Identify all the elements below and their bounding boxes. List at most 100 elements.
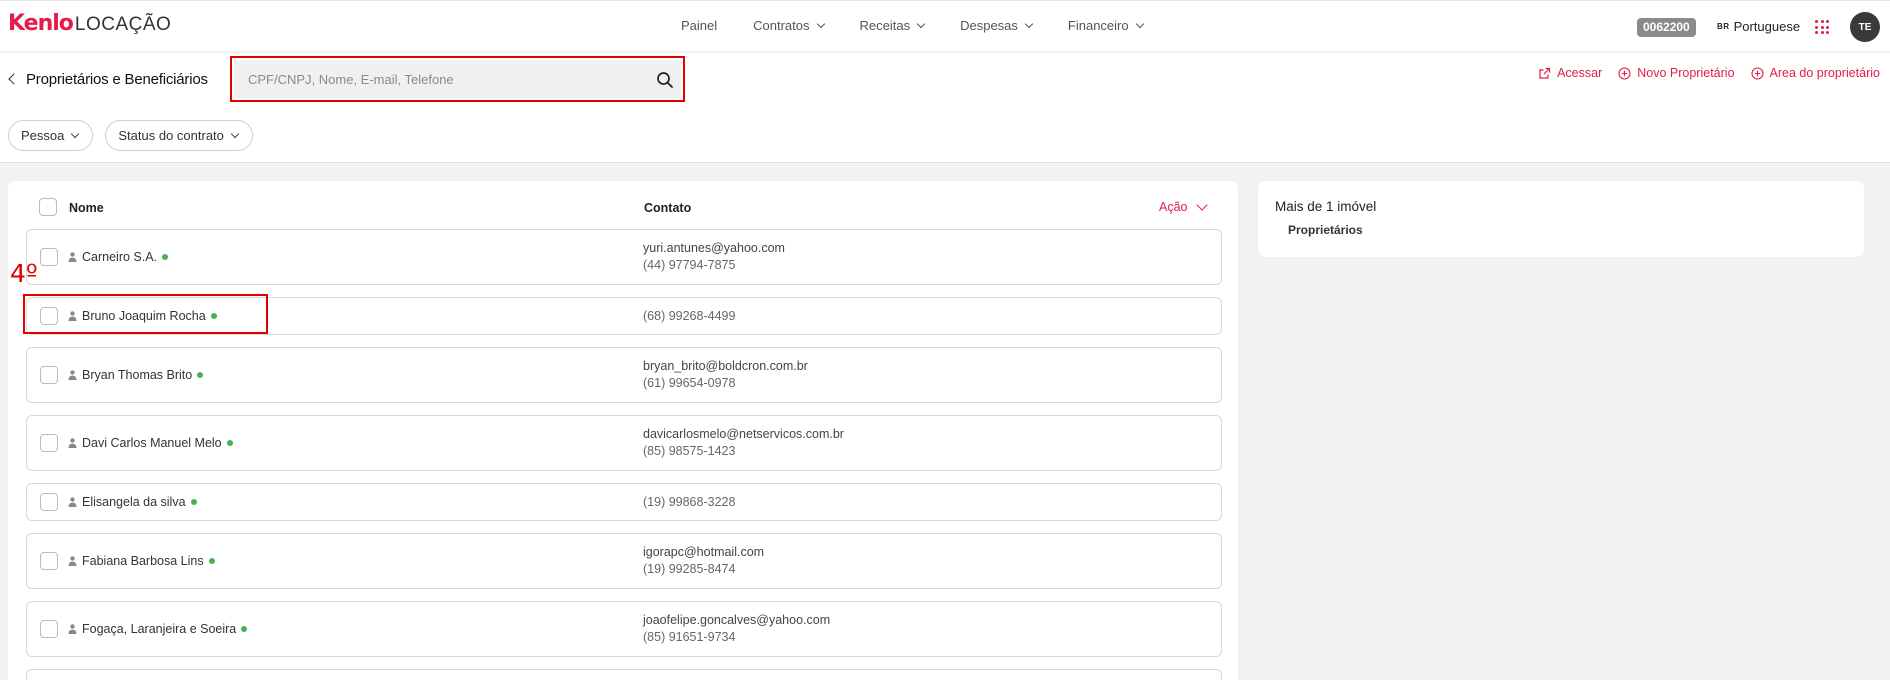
owners-list: Nome Contato Ação Carneiro S.A. yuri.ant… xyxy=(8,181,1238,680)
owner-name-text: Davi Carlos Manuel Melo xyxy=(82,436,222,450)
owner-contact: bryan_brito@boldcron.com.br (61) 99654-0… xyxy=(643,358,808,392)
back-arrow-icon[interactable] xyxy=(8,73,20,85)
search-highlight-box xyxy=(230,56,685,102)
owner-name-text: Elisangela da silva xyxy=(82,495,186,509)
owner-email: davicarlosmelo@netservicos.com.br xyxy=(643,427,844,441)
action-label: Novo Proprietário xyxy=(1637,66,1735,80)
account-code-badge[interactable]: 0062200 xyxy=(1637,18,1696,37)
owner-name: Carneiro S.A. xyxy=(82,250,169,264)
owner-name-text: Fabiana Barbosa Lins xyxy=(82,554,204,568)
select-all-checkbox[interactable] xyxy=(39,198,57,216)
table-row[interactable]: Fabiana Barbosa Lins igorapc@hotmail.com… xyxy=(26,533,1222,589)
main-menu: Painel Contratos Receitas Despesas Finan… xyxy=(681,18,1179,33)
owner-phone: (19) 99868-3228 xyxy=(643,495,736,509)
novo-proprietario-button[interactable]: Novo Proprietário xyxy=(1618,66,1735,80)
table-row[interactable]: Davi Carlos Manuel Melo davicarlosmelo@n… xyxy=(26,415,1222,471)
filter-label: Status do contrato xyxy=(118,128,224,143)
status-dot xyxy=(226,440,233,446)
status-dot xyxy=(208,558,215,564)
status-dot xyxy=(162,254,169,260)
column-header-contact: Contato xyxy=(644,201,692,215)
language-label: Portuguese xyxy=(1733,19,1801,34)
row-checkbox[interactable] xyxy=(40,620,58,638)
owner-phone: (19) 99285-8474 xyxy=(643,562,736,576)
owner-name: Fogaça, Laranjeira e Soeira xyxy=(82,622,248,636)
owner-name-text: Bryan Thomas Brito xyxy=(82,368,193,382)
table-row[interactable]: Elisangela da silva (19) 99868-3228 xyxy=(26,483,1222,521)
owner-phone: (85) 91651-9734 xyxy=(643,630,736,644)
status-dot xyxy=(197,372,204,378)
status-dot xyxy=(241,626,248,632)
action-label: Area do proprietário xyxy=(1769,66,1880,80)
nav-item-contratos[interactable]: Contratos xyxy=(753,18,825,33)
search-input[interactable] xyxy=(234,60,681,98)
chevron-down-icon xyxy=(230,129,240,138)
summary-panel: Mais de 1 imóvel Proprietários xyxy=(1258,181,1864,257)
chevron-down-icon xyxy=(1135,19,1144,28)
nav-item-painel[interactable]: Painel xyxy=(681,18,717,33)
chevron-down-icon xyxy=(916,19,926,28)
kenlo-logo[interactable]: Kenlo LOCAÇÃO xyxy=(8,11,171,41)
owner-contact: (68) 99268-4499 xyxy=(643,308,735,325)
acao-dropdown[interactable]: Ação xyxy=(1159,198,1208,214)
table-row[interactable] xyxy=(26,669,1222,680)
owner-name-text: Carneiro S.A. xyxy=(82,250,158,264)
nav-item-label: Financeiro xyxy=(1067,18,1129,33)
row-checkbox[interactable] xyxy=(40,366,58,384)
row-checkbox[interactable] xyxy=(40,493,58,511)
owner-name: Elisangela da silva xyxy=(82,495,197,509)
owner-email: yuri.antunes@yahoo.com xyxy=(643,241,785,255)
person-icon xyxy=(68,624,77,634)
owner-name: Davi Carlos Manuel Melo xyxy=(82,436,233,450)
list-header: Nome Contato Ação xyxy=(8,181,1238,233)
nav-item-financeiro[interactable]: Financeiro xyxy=(1067,18,1144,33)
owner-phone: (61) 99654-0978 xyxy=(643,376,736,390)
search-icon[interactable] xyxy=(656,71,674,89)
apps-grid-icon[interactable] xyxy=(1815,20,1829,34)
owner-name-text: Fogaça, Laranjeira e Soeira xyxy=(82,622,237,636)
user-avatar[interactable]: TE xyxy=(1850,12,1880,42)
nav-item-label: Despesas xyxy=(960,18,1018,33)
row-checkbox[interactable] xyxy=(40,552,58,570)
area-do-proprietario-button[interactable]: Area do proprietário xyxy=(1750,66,1880,80)
owner-name: Fabiana Barbosa Lins xyxy=(82,554,215,568)
owner-contact: davicarlosmelo@netservicos.com.br (85) 9… xyxy=(643,426,844,460)
top-navigation-bar: Kenlo LOCAÇÃO Painel Contratos Receitas … xyxy=(0,0,1890,52)
acao-label: Ação xyxy=(1159,200,1188,214)
nav-item-label: Receitas xyxy=(859,18,911,33)
filter-label: Pessoa xyxy=(21,128,65,143)
owner-phone: (68) 99268-4499 xyxy=(643,309,736,323)
row-checkbox[interactable] xyxy=(40,248,58,266)
chevron-down-icon xyxy=(1195,198,1208,211)
summary-title: Mais de 1 imóvel xyxy=(1275,199,1377,214)
column-header-name: Nome xyxy=(69,201,104,215)
chevron-down-icon xyxy=(1024,19,1034,28)
language-flag: BR xyxy=(1717,22,1730,31)
status-dot xyxy=(190,499,197,505)
summary-subtitle[interactable]: Proprietários xyxy=(1288,223,1363,237)
row-highlight-box xyxy=(23,294,268,334)
table-row[interactable]: Fogaça, Laranjeira e Soeira joaofelipe.g… xyxy=(26,601,1222,657)
nav-item-label: Painel xyxy=(681,18,718,33)
row-checkbox[interactable] xyxy=(40,434,58,452)
plus-circle-icon xyxy=(1618,66,1631,80)
person-icon xyxy=(68,370,77,380)
filter-pessoa[interactable]: Pessoa xyxy=(8,120,94,151)
header-actions: Acessar Novo Proprietário Area do propri… xyxy=(1538,66,1880,80)
table-row[interactable]: Carneiro S.A. yuri.antunes@yahoo.com (44… xyxy=(26,229,1222,285)
nav-item-receitas[interactable]: Receitas xyxy=(859,18,926,33)
nav-item-despesas[interactable]: Despesas xyxy=(960,18,1034,33)
logo-main: Kenlo xyxy=(8,11,74,36)
owner-phone: (85) 98575-1423 xyxy=(643,444,736,458)
language-selector[interactable]: BR Portuguese xyxy=(1717,19,1800,34)
page-title: Proprietários e Beneficiários xyxy=(26,71,208,88)
step-annotation: 4º xyxy=(10,259,38,288)
filter-bar: Pessoa Status do contrato xyxy=(8,120,253,151)
owner-email: bryan_brito@boldcron.com.br xyxy=(643,359,808,373)
acessar-button[interactable]: Acessar xyxy=(1538,66,1602,80)
table-row[interactable]: Bryan Thomas Brito bryan_brito@boldcron.… xyxy=(26,347,1222,403)
plus-circle-icon xyxy=(1750,66,1764,80)
person-icon xyxy=(68,252,77,262)
person-icon xyxy=(68,497,77,507)
filter-status-contrato[interactable]: Status do contrato xyxy=(105,120,253,151)
